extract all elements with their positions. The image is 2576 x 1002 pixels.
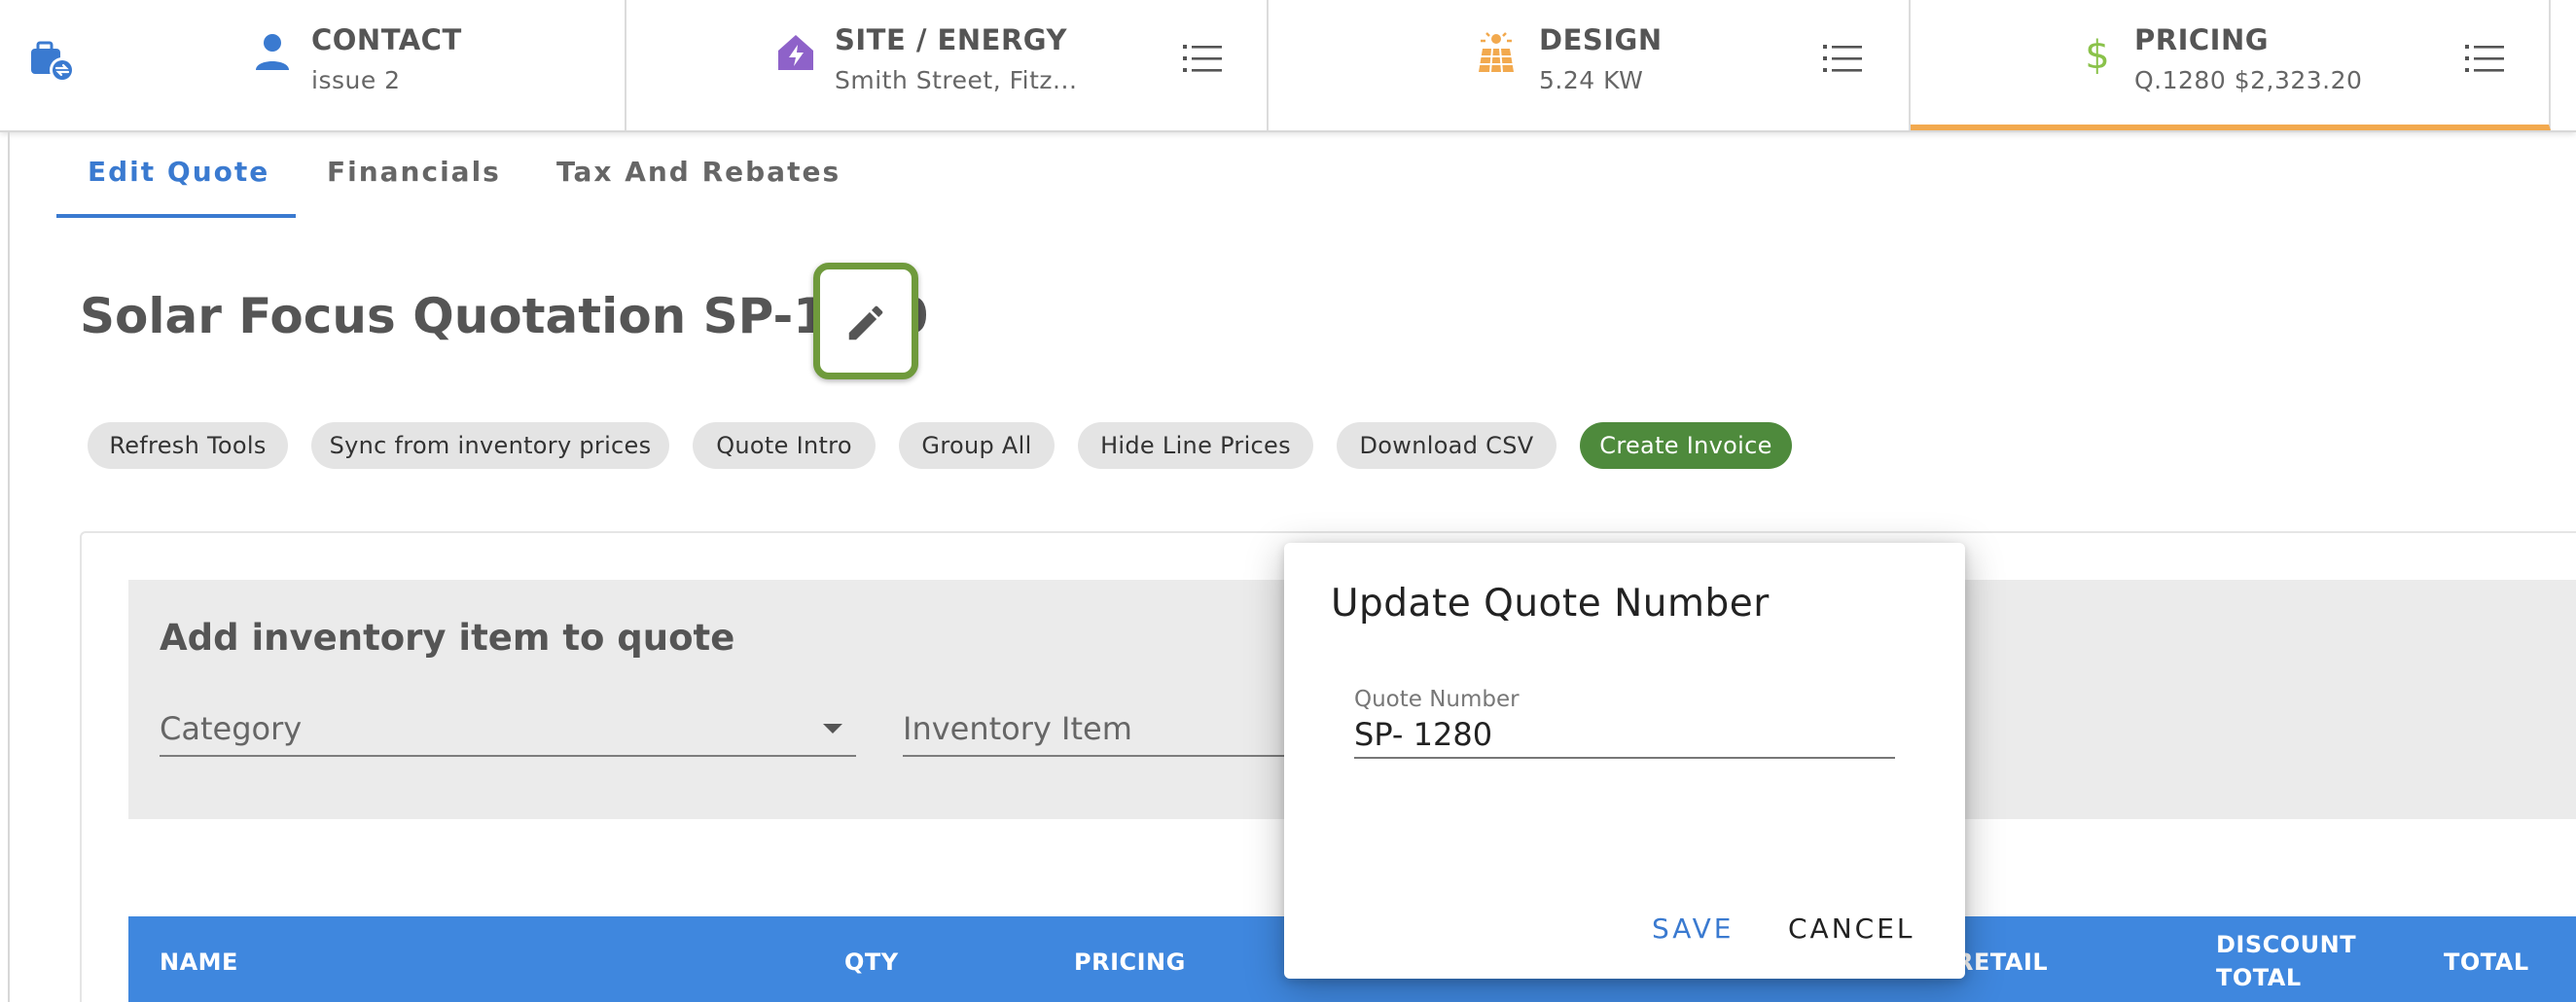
tab-edit-quote[interactable]: Edit Quote <box>88 156 269 188</box>
edit-quote-number-button[interactable] <box>813 263 918 379</box>
list-menu-icon[interactable] <box>1823 41 1862 76</box>
quote-number-label: Quote Number <box>1354 687 1520 712</box>
page-title: Solar Focus Quotation SP-1280 <box>80 288 929 344</box>
step-design[interactable]: DESIGN 5.24 KW <box>1269 0 1911 130</box>
refresh-tools-button[interactable]: Refresh Tools <box>88 422 288 469</box>
left-border <box>8 132 10 1002</box>
category-select-underline <box>160 755 856 757</box>
quote-number-input[interactable] <box>1354 712 1895 759</box>
inventory-item-select[interactable]: Inventory Item <box>903 710 1132 747</box>
step-subtitle: issue 2 <box>311 66 401 94</box>
active-tab-indicator <box>56 214 296 218</box>
hide-line-prices-button[interactable]: Hide Line Prices <box>1078 422 1313 469</box>
step-site-energy[interactable]: SITE / ENERGY Smith Street, Fitz... <box>626 0 1269 130</box>
list-menu-icon[interactable] <box>1183 41 1222 76</box>
download-csv-button[interactable]: Download CSV <box>1337 422 1556 469</box>
step-title: DESIGN <box>1539 23 1663 56</box>
dialog-title: Update Quote Number <box>1331 582 1770 626</box>
sync-inventory-prices-button[interactable]: Sync from inventory prices <box>311 422 669 469</box>
quote-intro-button[interactable]: Quote Intro <box>693 422 876 469</box>
column-header-discount-line2[interactable]: TOTAL <box>2216 961 2302 994</box>
column-header-qty[interactable]: QTY <box>844 946 899 979</box>
step-subtitle: Smith Street, Fitz... <box>835 66 1078 94</box>
dollar-icon: $ <box>2085 33 2109 74</box>
column-header-name[interactable]: NAME <box>160 946 238 979</box>
briefcase-sync-icon[interactable] <box>29 37 76 84</box>
column-header-retail[interactable]: RETAIL <box>1955 946 2048 979</box>
save-button[interactable]: SAVE <box>1652 913 1735 945</box>
step-subtitle: Q.1280 $2,323.20 <box>2134 66 2363 94</box>
tab-tax-and-rebates[interactable]: Tax And Rebates <box>556 156 841 188</box>
inventory-item-underline <box>903 755 1286 757</box>
step-title: SITE / ENERGY <box>835 23 1067 56</box>
step-pricing[interactable]: $ PRICING Q.1280 $2,323.20 <box>1911 0 2551 130</box>
column-header-discount-line1[interactable]: DISCOUNT <box>2216 928 2356 961</box>
group-all-button[interactable]: Group All <box>899 422 1055 469</box>
update-quote-number-dialog: Update Quote Number Quote Number SAVE CA… <box>1284 543 1965 979</box>
chevron-down-icon[interactable] <box>823 724 842 734</box>
column-header-total[interactable]: TOTAL <box>2444 946 2529 979</box>
solar-panel-icon <box>1479 32 1514 73</box>
category-select[interactable]: Category <box>160 710 302 747</box>
house-bolt-icon <box>778 35 813 70</box>
tab-financials[interactable]: Financials <box>327 156 501 188</box>
step-contact[interactable]: CONTACT issue 2 <box>101 0 626 130</box>
column-header-pricing[interactable]: PRICING <box>1074 946 1186 979</box>
step-title: CONTACT <box>311 23 462 56</box>
svg-text:$: $ <box>2085 33 2109 74</box>
step-title: PRICING <box>2134 23 2270 56</box>
cancel-button[interactable]: CANCEL <box>1788 913 1915 945</box>
top-steps-bar: CONTACT issue 2 SITE / ENERGY Smith Stre… <box>0 0 2576 132</box>
list-menu-icon[interactable] <box>2465 41 2504 76</box>
person-icon <box>256 34 289 70</box>
create-invoice-button[interactable]: Create Invoice <box>1580 422 1792 469</box>
step-subtitle: 5.24 KW <box>1539 66 1644 94</box>
add-inventory-title: Add inventory item to quote <box>160 617 735 659</box>
pencil-icon <box>848 305 883 340</box>
